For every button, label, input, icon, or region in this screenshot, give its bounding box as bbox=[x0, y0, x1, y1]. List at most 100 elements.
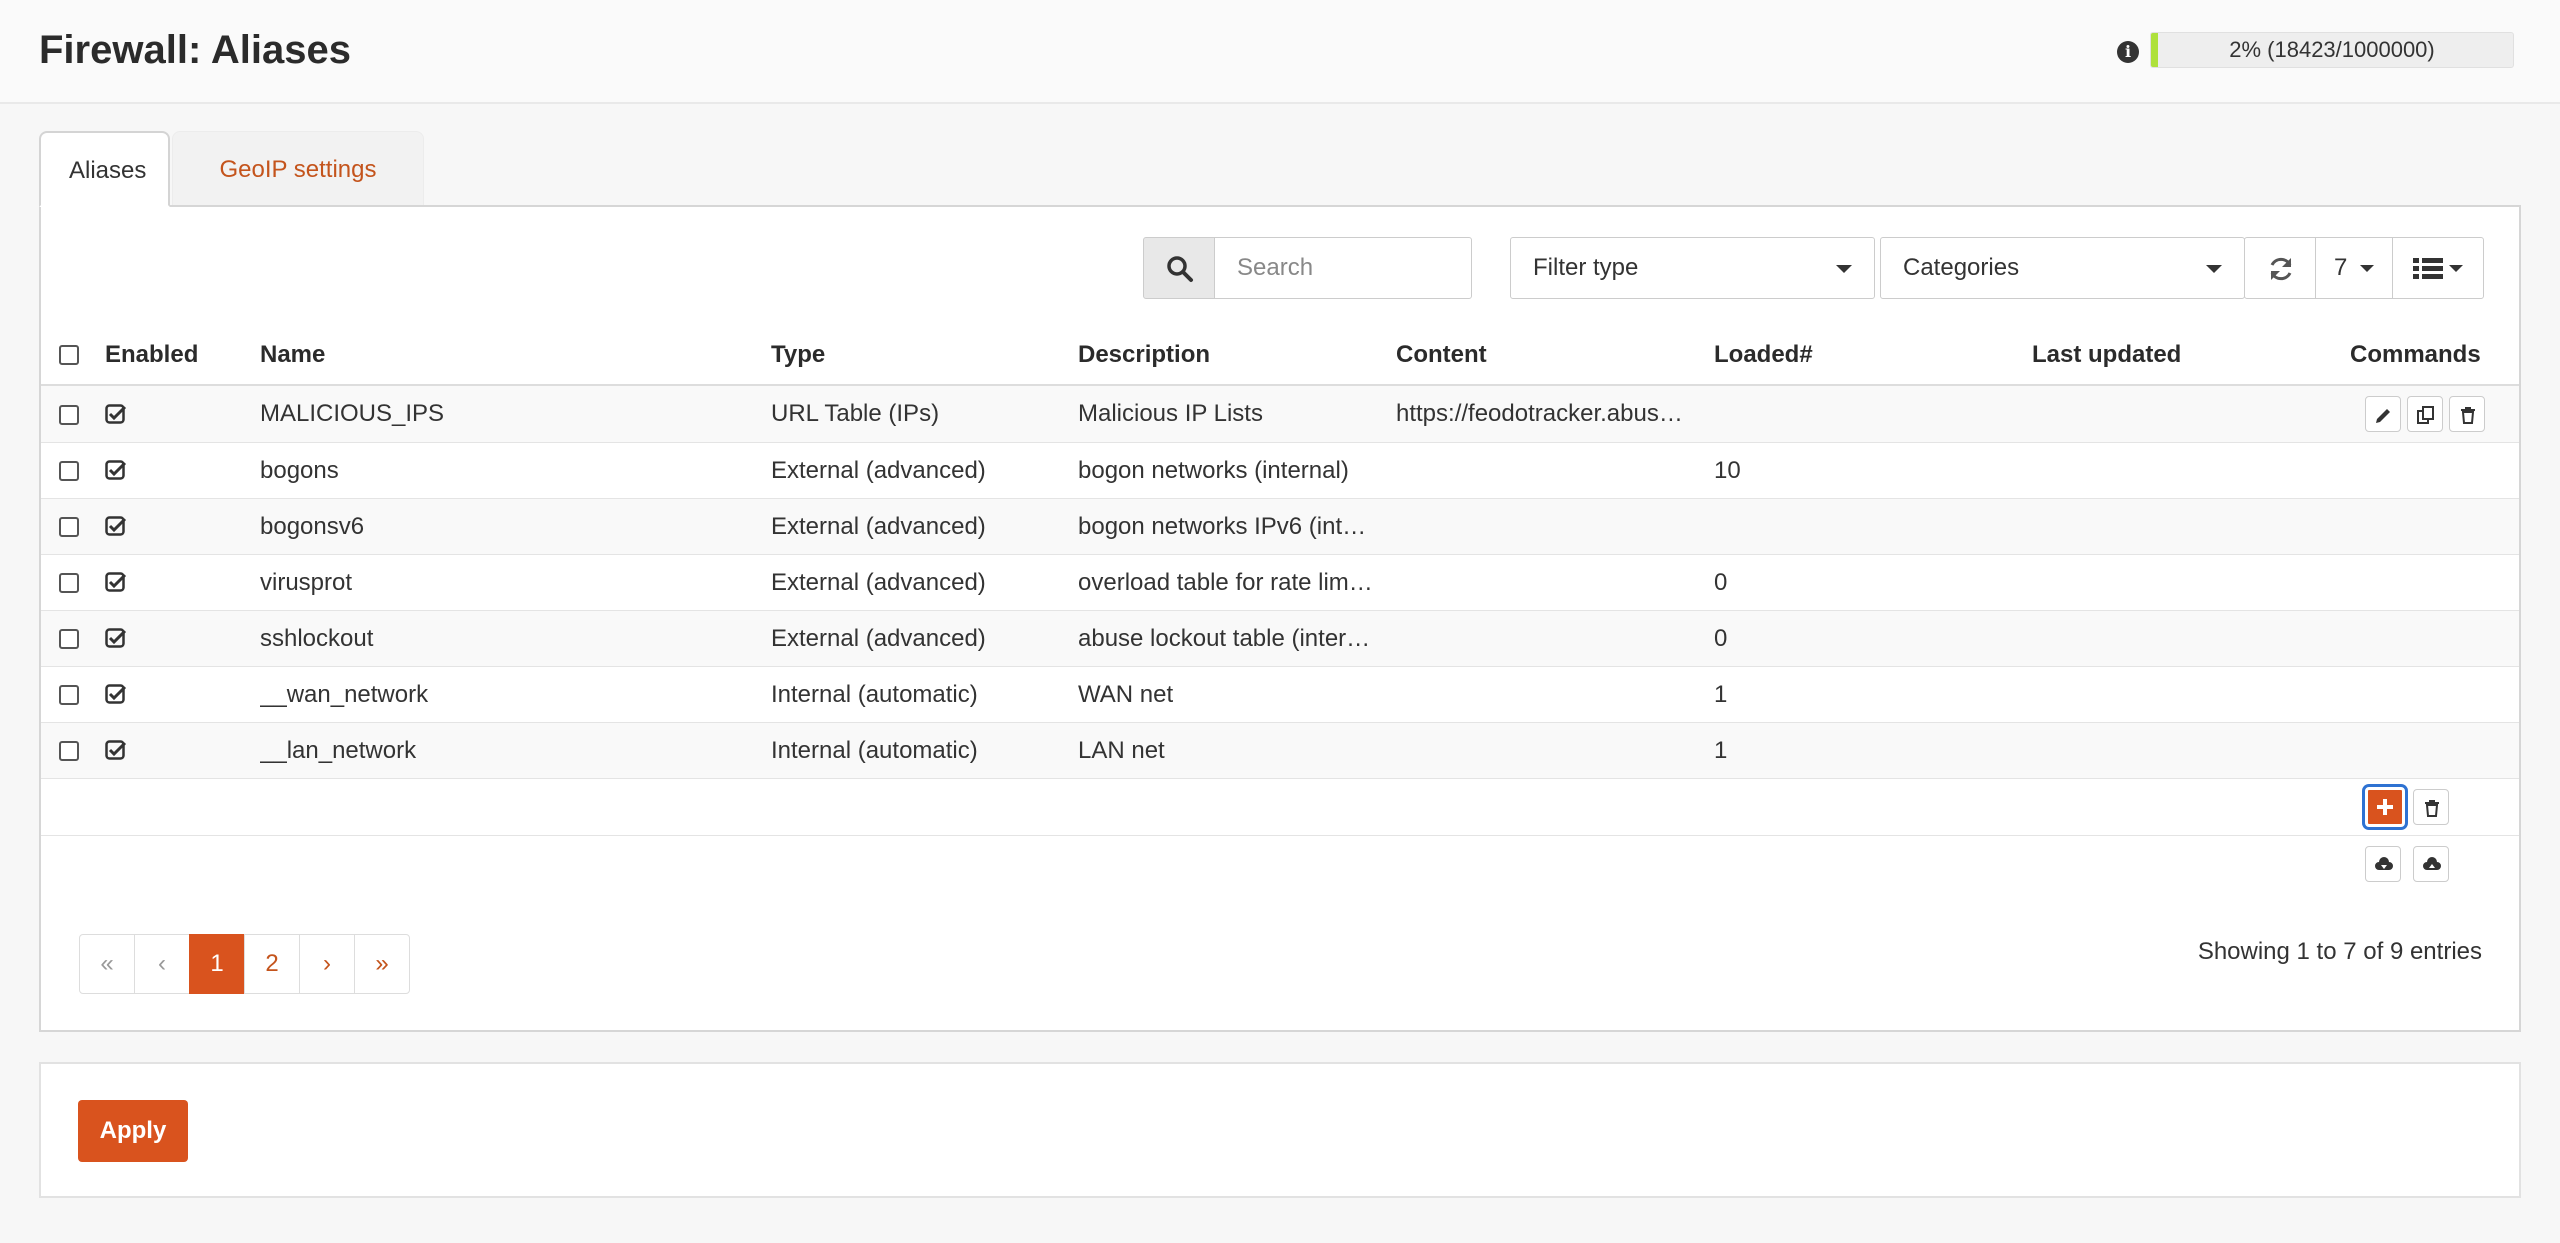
pencil-icon bbox=[2376, 409, 2390, 423]
alias-content bbox=[1396, 610, 1714, 667]
categories-select[interactable]: Categories bbox=[1880, 237, 2245, 299]
column-header-description[interactable]: Description bbox=[1078, 325, 1396, 386]
search-button[interactable] bbox=[1143, 237, 1215, 299]
alias-content bbox=[1396, 442, 1714, 499]
alias-last-updated bbox=[2032, 385, 2350, 443]
filter-type-select[interactable]: Filter type bbox=[1510, 237, 1875, 299]
tab-geoip-settings[interactable]: GeoIP settings bbox=[172, 131, 424, 207]
download-button[interactable] bbox=[2365, 846, 2401, 882]
row-checkbox[interactable] bbox=[59, 404, 79, 425]
edit-button[interactable] bbox=[2365, 396, 2401, 432]
row-commands bbox=[2350, 498, 2519, 555]
page-1[interactable]: 1 bbox=[189, 934, 245, 994]
apply-button[interactable]: Apply bbox=[78, 1100, 188, 1162]
row-commands bbox=[2350, 610, 2519, 667]
alias-type: External (advanced) bbox=[771, 498, 1078, 555]
alias-type: Internal (automatic) bbox=[771, 666, 1078, 723]
column-header-commands: Commands bbox=[2350, 325, 2519, 386]
tab-aliases[interactable]: Aliases bbox=[39, 131, 170, 207]
page-first[interactable]: « bbox=[79, 934, 135, 994]
alias-loaded: 1 bbox=[1714, 666, 2032, 723]
refresh-button[interactable] bbox=[2244, 237, 2316, 299]
column-header-content[interactable]: Content bbox=[1396, 325, 1714, 386]
search-input[interactable] bbox=[1214, 237, 1472, 299]
select-all-checkbox[interactable] bbox=[59, 345, 79, 366]
table-header-row: Enabled Name Type Description Content Lo… bbox=[41, 325, 2519, 386]
column-header-enabled[interactable]: Enabled bbox=[105, 325, 260, 386]
enabled-check-icon[interactable] bbox=[105, 684, 127, 706]
table-row[interactable]: __lan_network Internal (automatic) LAN n… bbox=[41, 722, 2519, 779]
entries-info: Showing 1 to 7 of 9 entries bbox=[2197, 938, 2482, 965]
categories-label: Categories bbox=[1903, 254, 2020, 281]
alias-last-updated bbox=[2032, 666, 2350, 723]
column-header-last-updated[interactable]: Last updated bbox=[2032, 325, 2350, 386]
page-next[interactable]: › bbox=[299, 934, 355, 994]
row-checkbox[interactable] bbox=[59, 741, 79, 762]
alias-description: LAN net bbox=[1078, 722, 1396, 779]
page-header: Firewall: Aliases i 2% (18423/1000000) bbox=[0, 0, 2560, 104]
column-header-type[interactable]: Type bbox=[771, 325, 1078, 386]
row-checkbox[interactable] bbox=[59, 629, 79, 650]
alias-usage-progress: 2% (18423/1000000) bbox=[2150, 32, 2514, 68]
enabled-check-icon[interactable] bbox=[105, 403, 127, 426]
alias-type: URL Table (IPs) bbox=[771, 385, 1078, 443]
cloud-upload-icon bbox=[2423, 857, 2441, 870]
alias-name: bogonsv6 bbox=[260, 498, 771, 555]
alias-last-updated bbox=[2032, 498, 2350, 555]
row-commands bbox=[2350, 722, 2519, 779]
alias-loaded: 0 bbox=[1714, 554, 2032, 611]
table-row[interactable]: __wan_network Internal (automatic) WAN n… bbox=[41, 666, 2519, 723]
alias-last-updated bbox=[2032, 610, 2350, 667]
alias-description: Malicious IP Lists bbox=[1078, 385, 1396, 443]
alias-name: bogons bbox=[260, 442, 771, 499]
chevron-down-icon bbox=[2360, 265, 2375, 273]
page-2[interactable]: 2 bbox=[244, 934, 300, 994]
enabled-check-icon[interactable] bbox=[105, 516, 127, 538]
column-header-loaded[interactable]: Loaded# bbox=[1714, 325, 2032, 386]
info-icon[interactable]: i bbox=[2117, 41, 2139, 63]
add-button[interactable] bbox=[2365, 787, 2405, 827]
import-export-commands bbox=[2350, 836, 2519, 892]
table-import-export-row bbox=[41, 836, 2519, 893]
clone-button[interactable] bbox=[2407, 396, 2443, 432]
page-size-dropdown[interactable]: 7 bbox=[2315, 237, 2393, 299]
page-last[interactable]: » bbox=[354, 934, 410, 994]
alias-loaded: 0 bbox=[1714, 610, 2032, 667]
column-header-name[interactable]: Name bbox=[260, 325, 771, 386]
row-checkbox[interactable] bbox=[59, 685, 79, 706]
row-commands bbox=[2350, 442, 2519, 499]
delete-button[interactable] bbox=[2449, 396, 2485, 432]
alias-type: Internal (automatic) bbox=[771, 722, 1078, 779]
plus-icon bbox=[2377, 799, 2393, 815]
table-row[interactable]: MALICIOUS_IPS URL Table (IPs) Malicious … bbox=[41, 385, 2519, 443]
enabled-check-icon[interactable] bbox=[105, 572, 127, 594]
column-selector-dropdown[interactable] bbox=[2392, 237, 2484, 299]
alias-loaded bbox=[1714, 498, 2032, 555]
alias-name: sshlockout bbox=[260, 610, 771, 667]
table-row[interactable]: virusprot External (advanced) overload t… bbox=[41, 554, 2519, 611]
row-checkbox[interactable] bbox=[59, 517, 79, 538]
enabled-check-icon[interactable] bbox=[105, 628, 127, 650]
upload-button[interactable] bbox=[2413, 846, 2449, 882]
alias-type: External (advanced) bbox=[771, 442, 1078, 499]
enabled-check-icon[interactable] bbox=[105, 740, 127, 762]
row-commands bbox=[2350, 386, 2519, 442]
alias-content bbox=[1396, 498, 1714, 555]
alias-last-updated bbox=[2032, 442, 2350, 499]
row-checkbox[interactable] bbox=[59, 573, 79, 594]
table-row[interactable]: bogons External (advanced) bogon network… bbox=[41, 442, 2519, 499]
list-icon bbox=[2413, 258, 2443, 279]
table-row[interactable]: bogonsv6 External (advanced) bogon netwo… bbox=[41, 498, 2519, 555]
row-checkbox[interactable] bbox=[59, 461, 79, 482]
enabled-check-icon[interactable] bbox=[105, 460, 127, 482]
table-row[interactable]: sshlockout External (advanced) abuse loc… bbox=[41, 610, 2519, 667]
page-prev[interactable]: ‹ bbox=[134, 934, 190, 994]
delete-selected-button[interactable] bbox=[2413, 789, 2449, 825]
bulk-commands bbox=[2350, 779, 2519, 835]
alias-loaded bbox=[1714, 385, 2032, 443]
chevron-down-icon bbox=[2449, 265, 2463, 272]
trash-icon bbox=[2461, 407, 2475, 424]
grid-toolbar: Filter type Categories 7 bbox=[41, 237, 2519, 301]
alias-description: WAN net bbox=[1078, 666, 1396, 723]
alias-loaded: 10 bbox=[1714, 442, 2032, 499]
